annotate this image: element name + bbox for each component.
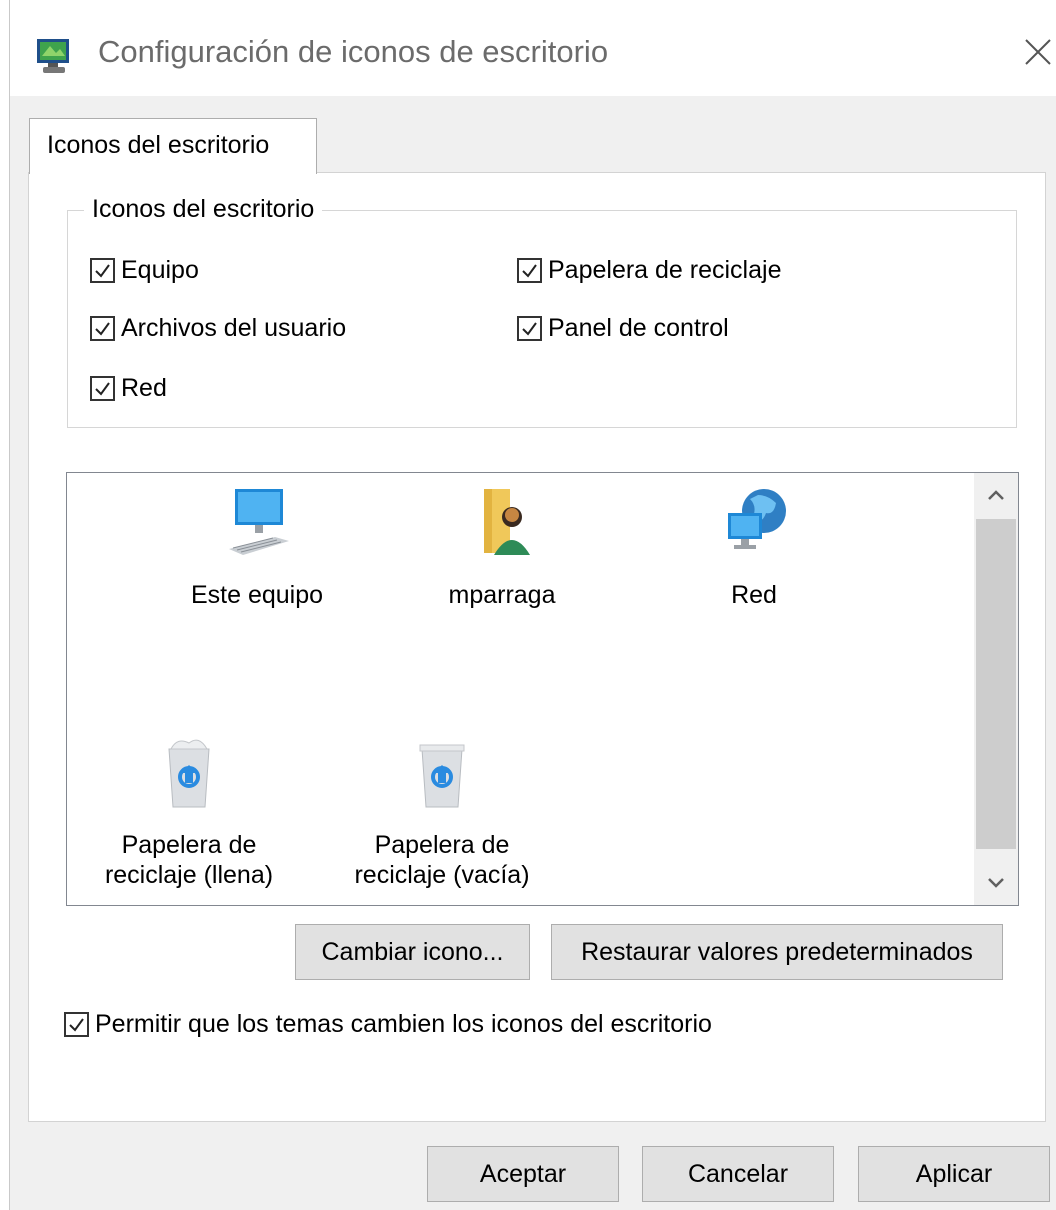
computer-icon: [157, 485, 357, 572]
checkbox-box[interactable]: [90, 316, 115, 341]
recycle-bin-empty-icon: [342, 735, 542, 822]
checkbox-box[interactable]: [90, 376, 115, 401]
scroll-up-icon[interactable]: [974, 473, 1018, 517]
icon-list-view[interactable]: Este equipo mparraga Red Papelera de rec…: [66, 472, 1019, 906]
icon-item-red[interactable]: Red: [654, 485, 854, 610]
icon-item-label: Este equipo: [190, 581, 324, 609]
checkbox-panel-control[interactable]: Panel de control: [517, 314, 729, 343]
checkbox-red[interactable]: Red: [90, 374, 167, 403]
user-folder-icon: [402, 485, 602, 572]
recycle-bin-full-icon: [89, 735, 289, 822]
tab-label: Iconos del escritorio: [47, 131, 270, 159]
icon-item-papelera-vacia[interactable]: Papelera de reciclaje (vacía): [342, 735, 542, 890]
ok-button[interactable]: Aceptar: [427, 1146, 619, 1202]
icon-item-label: mparraga: [448, 581, 556, 609]
title-bar[interactable]: Configuración de iconos de escritorio: [10, 0, 1056, 96]
checkbox-papelera[interactable]: Papelera de reciclaje: [517, 256, 781, 285]
display-properties-icon: [34, 36, 74, 76]
checkbox-label: Papelera de reciclaje: [548, 256, 782, 284]
restore-defaults-button[interactable]: Restaurar valores predeterminados: [551, 924, 1003, 980]
checkbox-label: Red: [121, 374, 167, 402]
checkbox-label: Panel de control: [548, 314, 729, 342]
checkbox-label: Equipo: [121, 256, 199, 284]
checkbox-archivos-usuario[interactable]: Archivos del usuario: [90, 314, 346, 343]
checkbox-label: Permitir que los temas cambien los icono…: [95, 1010, 712, 1038]
change-icon-button[interactable]: Cambiar icono...: [295, 924, 530, 980]
icon-item-este-equipo[interactable]: Este equipo: [157, 485, 357, 610]
checkbox-box[interactable]: [517, 258, 542, 283]
close-icon[interactable]: [1022, 36, 1054, 68]
network-icon: [654, 485, 854, 572]
icon-item-papelera-llena[interactable]: Papelera de reciclaje (llena): [89, 735, 289, 890]
scrollbar-thumb[interactable]: [976, 519, 1016, 849]
checkbox-box[interactable]: [64, 1012, 89, 1037]
checkbox-box[interactable]: [517, 316, 542, 341]
cancel-button[interactable]: Cancelar: [642, 1146, 834, 1202]
window-frame-left: [0, 0, 10, 1210]
checkbox-equipo[interactable]: Equipo: [90, 256, 199, 285]
tab-iconos-del-escritorio[interactable]: Iconos del escritorio: [29, 118, 317, 174]
vertical-scrollbar[interactable]: [974, 473, 1018, 905]
checkbox-allow-themes[interactable]: Permitir que los temas cambien los icono…: [64, 1010, 712, 1039]
checkbox-label: Archivos del usuario: [121, 314, 347, 342]
icon-item-label-line1: Papelera de: [374, 831, 510, 859]
icon-item-label: Red: [731, 581, 777, 609]
window-title: Configuración de iconos de escritorio: [98, 34, 609, 69]
icon-item-label-line2: reciclaje (llena): [104, 861, 274, 889]
apply-button[interactable]: Aplicar: [858, 1146, 1050, 1202]
icon-item-label-line2: reciclaje (vacía): [354, 861, 530, 889]
scroll-down-icon[interactable]: [974, 861, 1018, 905]
icon-item-mparraga[interactable]: mparraga: [402, 485, 602, 610]
icon-item-label-line1: Papelera de: [121, 831, 257, 859]
checkbox-box[interactable]: [90, 258, 115, 283]
group-legend: Iconos del escritorio: [84, 195, 323, 224]
